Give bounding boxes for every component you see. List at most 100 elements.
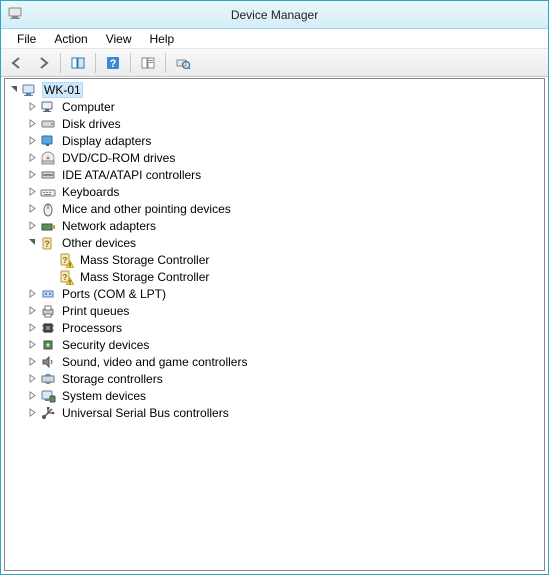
expand-arrow-icon[interactable]	[27, 186, 38, 197]
expand-arrow-icon[interactable]	[27, 322, 38, 333]
keyboard-icon	[40, 184, 56, 200]
tree-node-label: Storage controllers	[60, 372, 165, 386]
properties-button[interactable]	[136, 52, 160, 74]
expand-arrow-icon[interactable]	[27, 220, 38, 231]
expand-arrow-icon[interactable]	[27, 339, 38, 350]
expand-arrow-icon[interactable]	[27, 373, 38, 384]
tree-node-mass2[interactable]: ?! Mass Storage Controller	[5, 268, 544, 285]
tree-node-other[interactable]: ? Other devices	[5, 234, 544, 251]
svg-text:?: ?	[44, 239, 50, 249]
expand-arrow-icon[interactable]	[27, 356, 38, 367]
port-icon	[40, 286, 56, 302]
computer-root-icon	[22, 82, 38, 98]
collapse-arrow-icon[interactable]	[9, 84, 20, 95]
display-adapter-icon	[40, 133, 56, 149]
tree-node-label: Disk drives	[60, 117, 123, 131]
tree-node-label: System devices	[60, 389, 148, 403]
tree-node-mass1[interactable]: ?! Mass Storage Controller	[5, 251, 544, 268]
forward-button[interactable]	[31, 52, 55, 74]
tree-node-system-devices[interactable]: System devices	[5, 387, 544, 404]
expand-arrow-icon[interactable]	[27, 203, 38, 214]
tree-node-ports[interactable]: Ports (COM & LPT)	[5, 285, 544, 302]
menu-action[interactable]: Action	[46, 30, 95, 48]
tree-node-security[interactable]: Security devices	[5, 336, 544, 353]
tree-node-storage-controllers[interactable]: Storage controllers	[5, 370, 544, 387]
tree-node-label: Print queues	[60, 304, 131, 318]
menu-help[interactable]: Help	[142, 30, 183, 48]
tree-node-label: Mass Storage Controller	[78, 253, 211, 267]
expand-arrow-icon[interactable]	[27, 169, 38, 180]
expand-arrow-icon[interactable]	[27, 135, 38, 146]
help-button[interactable]: ?	[101, 52, 125, 74]
svg-text:?: ?	[63, 256, 68, 265]
device-tree-panel[interactable]: WK-01 Computer Disk drivesDisplay adapters…	[4, 78, 545, 571]
usb-controller-icon	[40, 405, 56, 421]
tree-node-label: IDE ATA/ATAPI controllers	[60, 168, 203, 182]
menubar: File Action View Help	[1, 29, 548, 49]
processor-icon	[40, 320, 56, 336]
tree-node-label: Computer	[60, 100, 117, 114]
security-device-icon	[40, 337, 56, 353]
expand-arrow-icon[interactable]	[27, 152, 38, 163]
tree-node-label: Ports (COM & LPT)	[60, 287, 168, 301]
tree-node-label: Network adapters	[60, 219, 158, 233]
network-adapter-icon	[40, 218, 56, 234]
window-title: Device Manager	[231, 8, 318, 22]
storage-controller-icon	[40, 371, 56, 387]
tree-node-label: Processors	[60, 321, 124, 335]
tree-node-label: Security devices	[60, 338, 151, 352]
toolbar-separator	[165, 53, 166, 73]
tree-root-node[interactable]: WK-01	[5, 81, 544, 98]
expand-arrow-icon[interactable]	[27, 288, 38, 299]
tree-node-processors[interactable]: Processors	[5, 319, 544, 336]
tree-node-ide-ata[interactable]: IDE ATA/ATAPI controllers	[5, 166, 544, 183]
tree-node-keyboards[interactable]: Keyboards	[5, 183, 544, 200]
unknown-device-icon: ?	[40, 235, 56, 251]
menu-file[interactable]: File	[9, 30, 44, 48]
tree-node-label: DVD/CD-ROM drives	[60, 151, 177, 165]
toolbar: ?	[1, 49, 548, 77]
toolbar-separator	[95, 53, 96, 73]
tree-node-label: Keyboards	[60, 185, 121, 199]
expand-arrow-icon[interactable]	[27, 407, 38, 418]
mouse-icon	[40, 201, 56, 217]
device-tree: WK-01 Computer Disk drivesDisplay adapters…	[5, 79, 544, 423]
tree-node-label: WK-01	[42, 82, 83, 98]
tree-node-usb[interactable]: Universal Serial Bus controllers	[5, 404, 544, 421]
tree-node-label: Sound, video and game controllers	[60, 355, 249, 369]
tree-node-network[interactable]: Network adapters	[5, 217, 544, 234]
tree-node-display-adapters[interactable]: Display adapters	[5, 132, 544, 149]
tree-node-sound[interactable]: Sound, video and game controllers	[5, 353, 544, 370]
tree-node-label: Mice and other pointing devices	[60, 202, 233, 216]
scan-hardware-button[interactable]	[171, 52, 195, 74]
expand-arrow-icon[interactable]	[27, 118, 38, 129]
svg-text:?: ?	[63, 273, 68, 282]
computer-icon	[40, 99, 56, 115]
collapse-arrow-icon[interactable]	[27, 237, 38, 248]
tree-node-print-queues[interactable]: Print queues	[5, 302, 544, 319]
tree-node-label: Universal Serial Bus controllers	[60, 406, 231, 420]
tree-node-label: Mass Storage Controller	[78, 270, 211, 284]
sound-device-icon	[40, 354, 56, 370]
device-manager-icon	[7, 5, 23, 24]
tree-node-disk-drives[interactable]: Disk drives	[5, 115, 544, 132]
printer-icon	[40, 303, 56, 319]
tree-node-label: Other devices	[60, 236, 138, 250]
menu-view[interactable]: View	[98, 30, 140, 48]
svg-text:!: !	[69, 280, 71, 285]
expand-arrow-icon[interactable]	[27, 305, 38, 316]
tree-node-mice[interactable]: Mice and other pointing devices	[5, 200, 544, 217]
back-button[interactable]	[5, 52, 29, 74]
toolbar-separator	[130, 53, 131, 73]
unknown-device-warning-icon: ?!	[58, 252, 74, 268]
disk-drive-icon	[40, 116, 56, 132]
toolbar-separator	[60, 53, 61, 73]
optical-drive-icon	[40, 150, 56, 166]
expand-arrow-icon[interactable]	[27, 390, 38, 401]
expand-arrow-icon[interactable]	[27, 101, 38, 112]
titlebar[interactable]: Device Manager	[1, 1, 548, 29]
tree-node-dvd-cdrom[interactable]: DVD/CD-ROM drives	[5, 149, 544, 166]
tree-node-computer[interactable]: Computer	[5, 98, 544, 115]
show-hide-tree-button[interactable]	[66, 52, 90, 74]
svg-text:?: ?	[110, 58, 117, 70]
